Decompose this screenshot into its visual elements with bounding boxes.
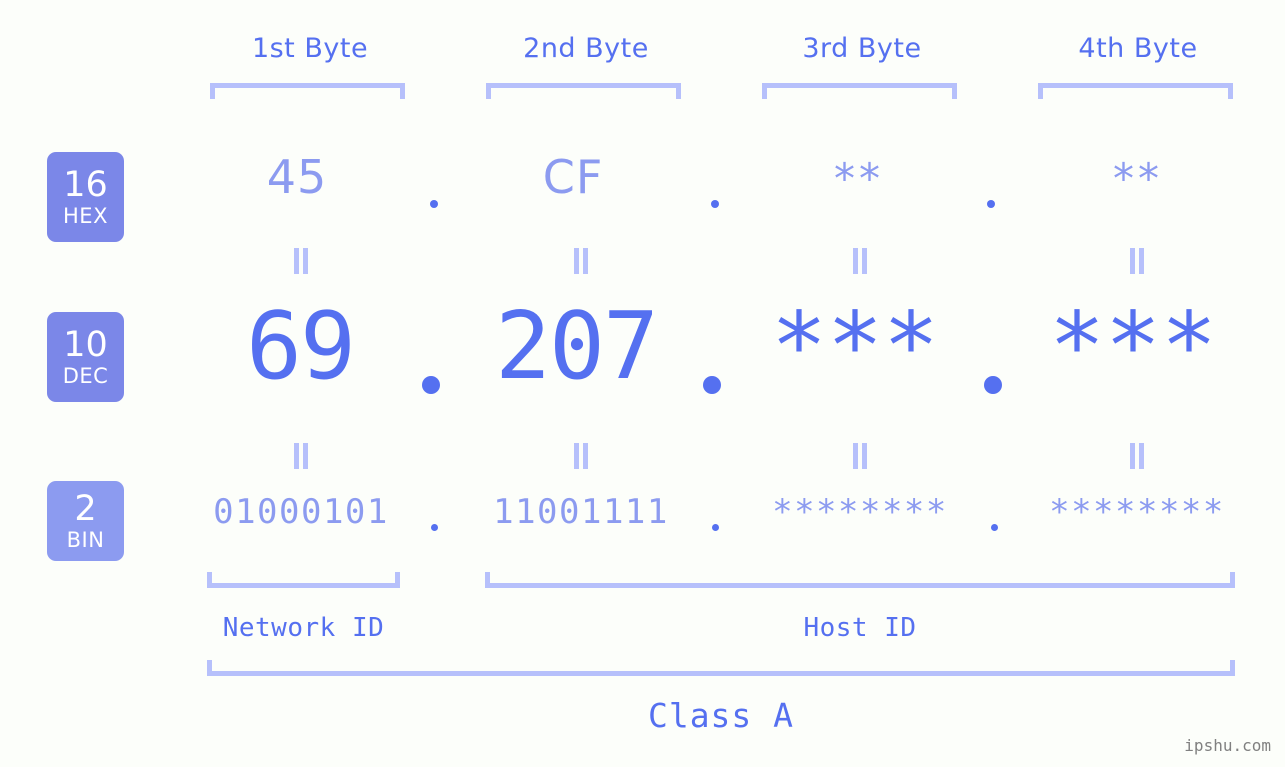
byte-bracket-3: [762, 83, 957, 99]
dec-byte-3: ***: [771, 292, 939, 400]
hex-byte-4: **: [1113, 154, 1163, 203]
base-badge-bin-name: BIN: [66, 527, 105, 552]
bin-separator-dot-3: [991, 524, 998, 531]
base-badge-hex-name: HEX: [63, 203, 108, 228]
byte-bracket-4: [1038, 83, 1233, 99]
hex-separator-dot-3: [987, 200, 995, 208]
network-id-bracket: [207, 572, 400, 588]
byte-header-2: 2nd Byte: [523, 33, 649, 64]
base-badge-dec: 10 DEC: [47, 312, 124, 402]
host-id-label: Host ID: [803, 613, 917, 643]
dec-separator-dot-2: [703, 376, 721, 394]
class-label: Class A: [647, 696, 795, 735]
dec-separator-dot-3: [984, 376, 1002, 394]
hex-separator-dot-2: [711, 200, 719, 208]
base-badge-bin: 2 BIN: [47, 481, 124, 561]
hex-byte-3: **: [834, 154, 884, 203]
equals-mark-dec-bin-4: [1128, 443, 1146, 469]
bin-byte-4: ********: [1049, 492, 1225, 532]
equals-mark-dec-bin-1: [292, 443, 310, 469]
base-badge-bin-number: 2: [74, 488, 97, 529]
equals-mark-hex-dec-2: [572, 248, 590, 274]
network-id-label: Network ID: [222, 613, 385, 643]
dec-byte-4: ***: [1049, 292, 1217, 400]
dec-byte-1: 69: [246, 292, 356, 400]
dec-byte-2: 207: [495, 292, 659, 400]
bin-byte-3: ********: [772, 492, 948, 532]
base-badge-dec-number: 10: [63, 324, 108, 365]
dec-separator-dot-1: [422, 376, 440, 394]
bin-byte-1: 01000101: [213, 492, 389, 532]
byte-bracket-2: [486, 83, 681, 99]
ip-breakdown-diagram: 1st Byte 2nd Byte 3rd Byte 4th Byte 16 H…: [0, 0, 1285, 767]
byte-bracket-1: [210, 83, 405, 99]
base-badge-hex: 16 HEX: [47, 152, 124, 242]
bin-separator-dot-2: [712, 524, 719, 531]
base-badge-hex-number: 16: [63, 164, 108, 205]
bin-byte-2: 11001111: [493, 492, 669, 532]
equals-mark-dec-bin-3: [851, 443, 869, 469]
hex-byte-2: CF: [542, 150, 604, 204]
equals-mark-hex-dec-1: [292, 248, 310, 274]
equals-mark-hex-dec-4: [1128, 248, 1146, 274]
equals-mark-hex-dec-3: [851, 248, 869, 274]
site-watermark: ipshu.com: [1184, 736, 1271, 755]
equals-mark-dec-bin-2: [572, 443, 590, 469]
class-bracket: [207, 660, 1235, 676]
host-id-bracket: [485, 572, 1235, 588]
hex-byte-1: 45: [266, 150, 328, 204]
byte-header-3: 3rd Byte: [802, 33, 922, 64]
base-badge-dec-name: DEC: [62, 363, 109, 388]
byte-header-4: 4th Byte: [1078, 33, 1198, 64]
hex-separator-dot-1: [430, 200, 438, 208]
bin-separator-dot-1: [431, 524, 438, 531]
byte-header-1: 1st Byte: [251, 33, 369, 64]
